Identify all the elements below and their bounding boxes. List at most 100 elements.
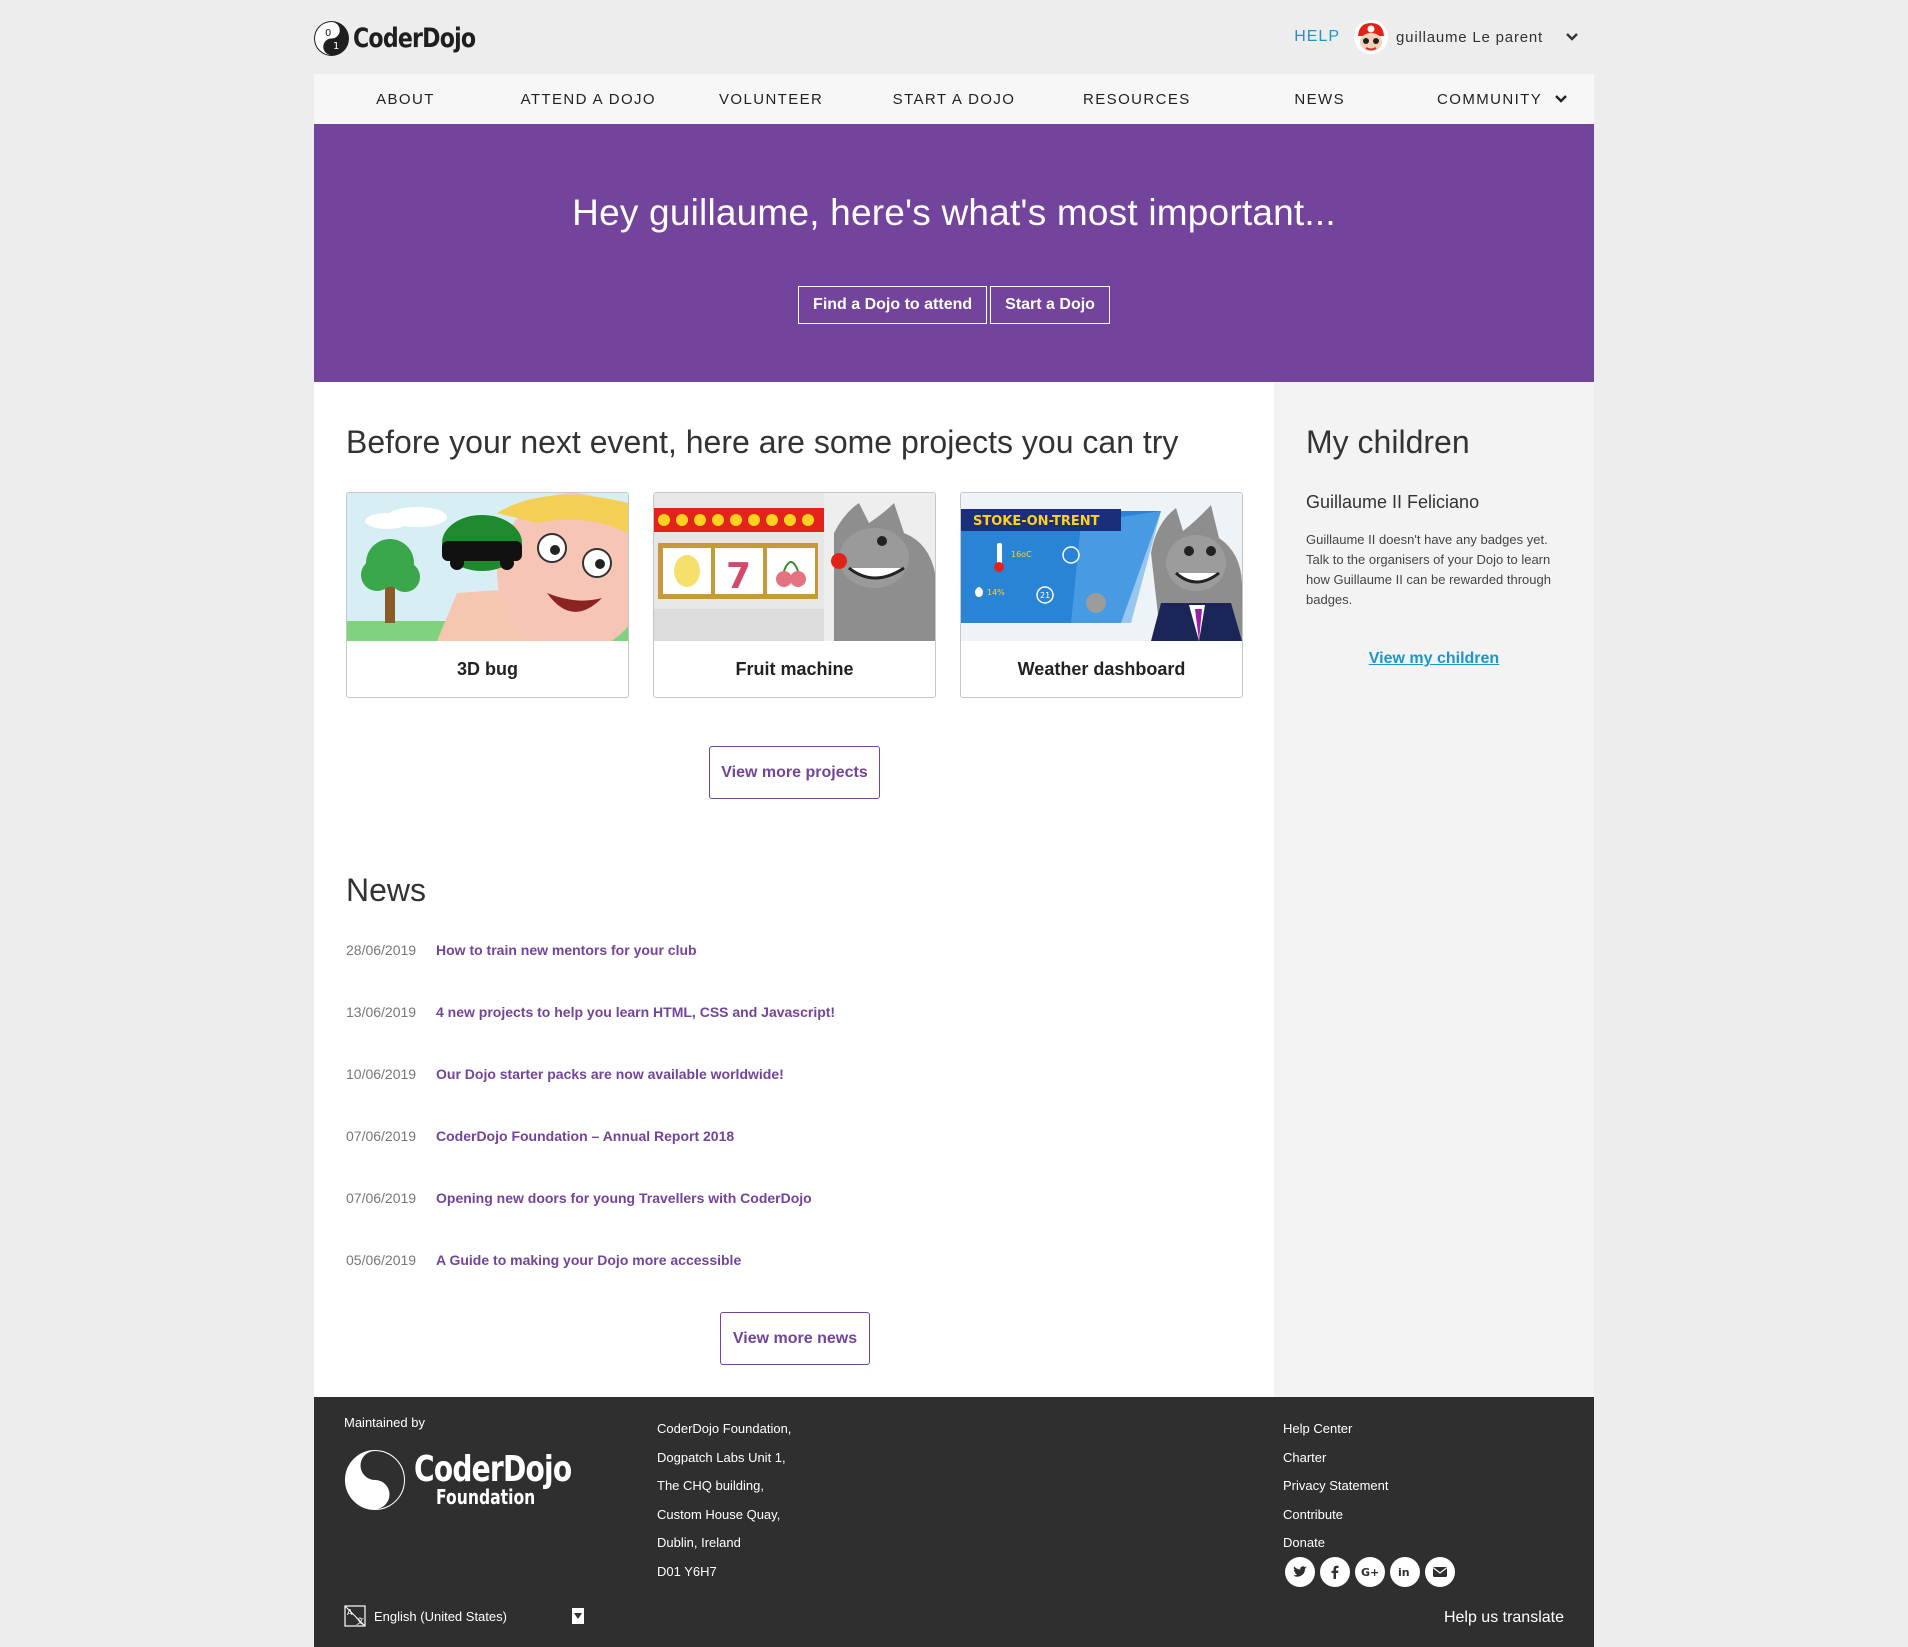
- svg-text:0: 0: [325, 28, 331, 39]
- svg-text:7: 7: [726, 556, 751, 597]
- footer-link-donate[interactable]: Donate: [1283, 1529, 1389, 1558]
- svg-text:A: A: [347, 1608, 353, 1617]
- project-image-3d-bug: [347, 493, 628, 641]
- news-date: 28/06/2019: [346, 942, 417, 958]
- news-item: 13/06/2019 4 new projects to help you le…: [346, 1004, 835, 1066]
- main-nav: ABOUT ATTEND A DOJO VOLUNTEER START A DO…: [314, 74, 1594, 124]
- address-line: D01 Y6H7: [657, 1563, 717, 1579]
- nav-community-label: COMMUNITY: [1437, 90, 1543, 108]
- weather-humidity: 14%: [987, 588, 1005, 597]
- hero-title: Hey guillaume, here's what's most import…: [572, 192, 1336, 233]
- email-icon[interactable]: [1425, 1557, 1455, 1587]
- social-links: G+ in: [1285, 1557, 1455, 1587]
- news-link[interactable]: CoderDojo Foundation – Annual Report 201…: [436, 1128, 734, 1144]
- foundation-address: CoderDojo Foundation, Dogpatch Labs Unit…: [657, 1415, 791, 1587]
- weather-wind: 21: [1040, 591, 1050, 600]
- language-selector[interactable]: A 文 English (United States): [344, 1605, 584, 1627]
- address-line: Dogpatch Labs Unit 1,: [657, 1449, 786, 1465]
- footer-link-charter[interactable]: Charter: [1283, 1444, 1389, 1473]
- logo-text: CoderDojo: [353, 22, 476, 54]
- view-more-news-button[interactable]: View more news: [720, 1312, 870, 1365]
- news-date: 07/06/2019: [346, 1128, 417, 1144]
- avatar: [1354, 20, 1389, 54]
- project-card-fruit-machine[interactable]: 7 Fruit machine: [653, 492, 936, 698]
- footer-link-help-center[interactable]: Help Center: [1283, 1415, 1389, 1444]
- child-badges-description: Guillaume II doesn't have any badges yet…: [1306, 532, 1551, 607]
- svg-text:1: 1: [371, 1483, 381, 1502]
- coderdojo-logo[interactable]: 0 1 CoderDojo: [314, 18, 502, 58]
- project-card-weather-dashboard[interactable]: STOKE-ON-TRENT 16oC 14% 21 Weather dashb…: [960, 492, 1243, 698]
- nav-attend-a-dojo[interactable]: ATTEND A DOJO: [497, 74, 680, 124]
- news-link[interactable]: Opening new doors for young Travellers w…: [436, 1190, 812, 1206]
- hero-banner: Hey guillaume, here's what's most import…: [314, 124, 1594, 382]
- svg-text:G+: G+: [1361, 1566, 1379, 1579]
- svg-text:1: 1: [333, 41, 339, 52]
- nav-news[interactable]: NEWS: [1228, 74, 1411, 124]
- news-item: 05/06/2019 A Guide to making your Dojo m…: [346, 1252, 835, 1314]
- user-name: guillaume Le parent: [1396, 28, 1543, 46]
- news-link[interactable]: A Guide to making your Dojo more accessi…: [436, 1252, 741, 1268]
- nav-start-a-dojo[interactable]: START A DOJO: [863, 74, 1046, 124]
- news-date: 10/06/2019: [346, 1066, 417, 1082]
- nav-resources[interactable]: RESOURCES: [1045, 74, 1228, 124]
- svg-text:in: in: [1398, 1566, 1410, 1579]
- news-date: 13/06/2019: [346, 1004, 417, 1020]
- address-line: CoderDojo Foundation,: [657, 1421, 792, 1436]
- weather-temp: 16oC: [1011, 550, 1032, 559]
- news-title: News: [346, 872, 427, 908]
- news-item: 07/06/2019 CoderDojo Foundation – Annual…: [346, 1128, 835, 1190]
- facebook-icon[interactable]: [1320, 1557, 1350, 1587]
- help-us-translate-link[interactable]: Help us translate: [1444, 1609, 1564, 1627]
- google-plus-icon[interactable]: G+: [1355, 1557, 1385, 1587]
- child-name: Guillaume II Feliciano: [1306, 492, 1480, 512]
- coderdojo-foundation-logo[interactable]: 0 1 CoderDojo Foundation: [344, 1449, 616, 1511]
- twitter-icon[interactable]: [1285, 1557, 1315, 1587]
- news-link[interactable]: Our Dojo starter packs are now available…: [436, 1066, 784, 1082]
- nav-volunteer[interactable]: VOLUNTEER: [680, 74, 863, 124]
- project-image-fruit-machine: 7: [654, 493, 935, 641]
- user-menu[interactable]: guillaume Le parent: [1354, 20, 1579, 54]
- foundation-logo-icon: 0 1: [345, 1450, 405, 1510]
- find-dojo-button[interactable]: Find a Dojo to attend: [798, 286, 988, 324]
- children-sidebar: My children Guillaume II Feliciano Guill…: [1274, 382, 1594, 1397]
- footer-links: Help Center Charter Privacy Statement Co…: [1283, 1415, 1389, 1558]
- language-value: English (United States): [374, 1608, 507, 1624]
- project-title: Fruit machine: [735, 658, 854, 679]
- top-bar: 0 1 CoderDojo HELP guillaume Le parent: [314, 0, 1594, 74]
- project-title: Weather dashboard: [1017, 658, 1186, 679]
- weather-banner-text: STOKE-ON-TRENT: [973, 514, 1100, 529]
- news-item: 28/06/2019 How to train new mentors for …: [346, 942, 835, 1004]
- project-title: 3D bug: [457, 658, 518, 679]
- translate-icon: A 文: [344, 1605, 366, 1627]
- news-date: 07/06/2019: [346, 1190, 417, 1206]
- footer-link-contribute[interactable]: Contribute: [1283, 1501, 1389, 1530]
- view-more-projects-button[interactable]: View more projects: [709, 746, 880, 799]
- nav-community[interactable]: COMMUNITY: [1411, 74, 1594, 124]
- main-content: Before your next event, here are some pr…: [314, 382, 1274, 1397]
- maintained-by-label: Maintained by: [344, 1415, 425, 1430]
- project-card-3d-bug[interactable]: 3D bug: [346, 492, 629, 698]
- news-item: 07/06/2019 Opening new doors for young T…: [346, 1190, 835, 1252]
- chevron-down-icon: [1555, 95, 1567, 103]
- address-line: The CHQ building,: [657, 1478, 764, 1494]
- svg-text:文: 文: [356, 1616, 364, 1626]
- projects-title: Before your next event, here are some pr…: [346, 424, 1179, 460]
- news-link[interactable]: How to train new mentors for your club: [436, 942, 697, 958]
- logo-icon: 0 1: [314, 20, 349, 56]
- nav-about[interactable]: ABOUT: [314, 74, 497, 124]
- news-date: 05/06/2019: [346, 1252, 417, 1268]
- footer: Maintained by 0 1 CoderDojo Foundation C…: [314, 1397, 1594, 1647]
- address-line: Custom House Quay,: [657, 1506, 781, 1522]
- view-my-children-link[interactable]: View my children: [1274, 650, 1594, 668]
- start-dojo-button[interactable]: Start a Dojo: [990, 286, 1110, 324]
- project-image-weather-dashboard: STOKE-ON-TRENT 16oC 14% 21: [961, 493, 1242, 641]
- foundation-logo-line2: Foundation: [436, 1484, 536, 1509]
- chevron-down-icon: [1566, 33, 1578, 41]
- help-link[interactable]: HELP: [1294, 28, 1340, 46]
- footer-link-privacy[interactable]: Privacy Statement: [1283, 1472, 1389, 1501]
- news-item: 10/06/2019 Our Dojo starter packs are no…: [346, 1066, 835, 1128]
- linkedin-icon[interactable]: in: [1390, 1557, 1420, 1587]
- news-link[interactable]: 4 new projects to help you learn HTML, C…: [436, 1004, 835, 1020]
- news-list: 28/06/2019 How to train new mentors for …: [346, 942, 835, 1314]
- address-line: Dublin, Ireland: [657, 1535, 741, 1551]
